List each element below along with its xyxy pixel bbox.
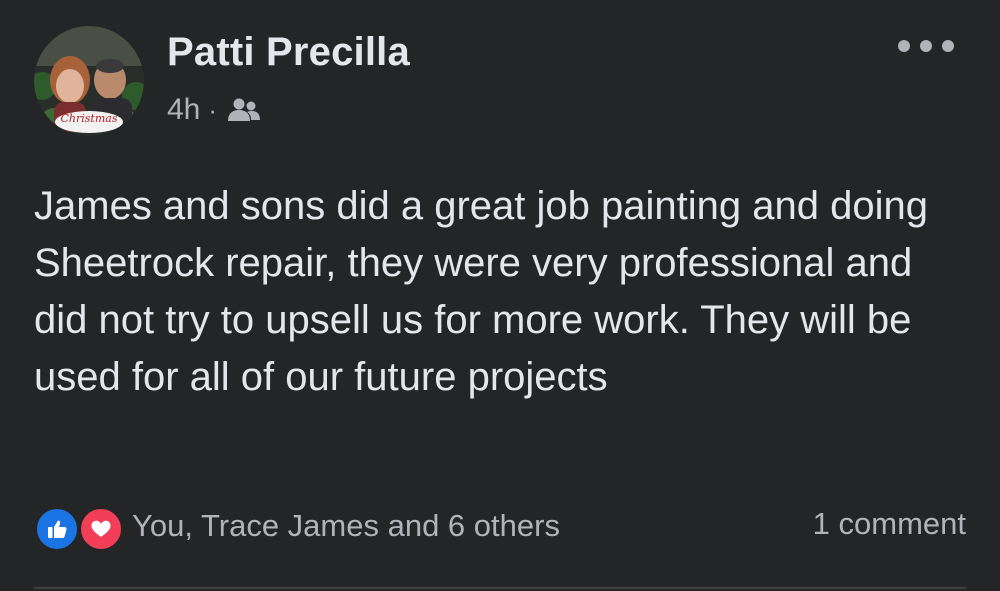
comment-count-link[interactable]: 1 comment <box>813 506 966 542</box>
more-options-icon[interactable] <box>898 30 954 62</box>
group-icon[interactable] <box>227 97 261 123</box>
post-card: Christmas Patti Precilla 4h · James and … <box>0 0 1000 591</box>
more-options-dot <box>942 40 954 52</box>
like-icon <box>34 506 80 552</box>
reaction-icons <box>34 502 126 552</box>
divider <box>34 587 966 589</box>
avatar-caption: Christmas <box>60 112 118 125</box>
love-icon <box>78 506 124 552</box>
more-options-dot <box>920 40 932 52</box>
post-text: James and sons did a great job painting … <box>34 184 928 399</box>
meta-separator: · <box>208 94 218 125</box>
post-timestamp[interactable]: 4h <box>167 93 200 127</box>
more-options-dot <box>898 40 910 52</box>
reaction-summary-text: You, Trace James and 6 others <box>132 508 560 543</box>
reactions-summary[interactable]: You, Trace James and 6 others <box>34 502 560 552</box>
author-name[interactable]: Patti Precilla <box>167 30 410 75</box>
author-avatar[interactable]: Christmas <box>34 26 144 136</box>
post-meta: 4h · <box>167 90 261 130</box>
